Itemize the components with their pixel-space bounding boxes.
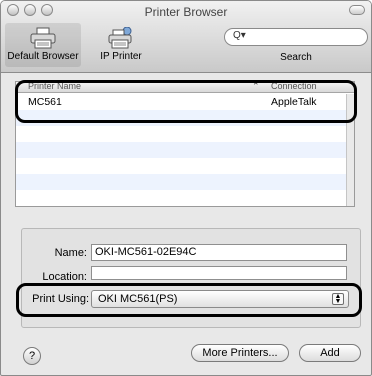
search-label: Search [280, 52, 312, 63]
window-title: Printer Browser [144, 5, 228, 19]
location-field[interactable] [91, 266, 347, 280]
list-empty-row [16, 126, 354, 142]
default-browser-label: Default Browser [7, 51, 79, 62]
printer-icon [30, 27, 56, 49]
location-label: Location: [42, 271, 87, 281]
add-button[interactable]: Add [299, 344, 361, 362]
list-empty-row [16, 158, 354, 174]
default-browser-tab[interactable]: Default Browser [5, 27, 81, 62]
more-printers-button[interactable]: More Printers... [191, 344, 289, 362]
ip-printer-label: IP Printer [100, 51, 142, 62]
search-field[interactable]: Q▾ [224, 28, 368, 46]
window-toolbar: Printer Browser Default Browser IP Print… [1, 1, 371, 73]
list-empty-row [16, 190, 354, 206]
highlight-outline-print-using [16, 283, 362, 317]
list-empty-row [16, 142, 354, 158]
name-field[interactable]: OKI-MC561-02E94C [91, 244, 347, 261]
help-button[interactable]: ? [23, 347, 41, 365]
highlight-outline-printer-row [15, 80, 357, 123]
search-icon: Q▾ [233, 30, 246, 41]
toolbar-toggle-button[interactable] [349, 5, 365, 15]
network-printer-icon [108, 27, 132, 49]
name-label: Name: [54, 247, 87, 259]
printer-browser-window: Printer Browser Default Browser IP Print… [0, 0, 372, 376]
ip-printer-tab[interactable]: IP Printer [91, 27, 151, 62]
list-empty-row [16, 174, 354, 190]
